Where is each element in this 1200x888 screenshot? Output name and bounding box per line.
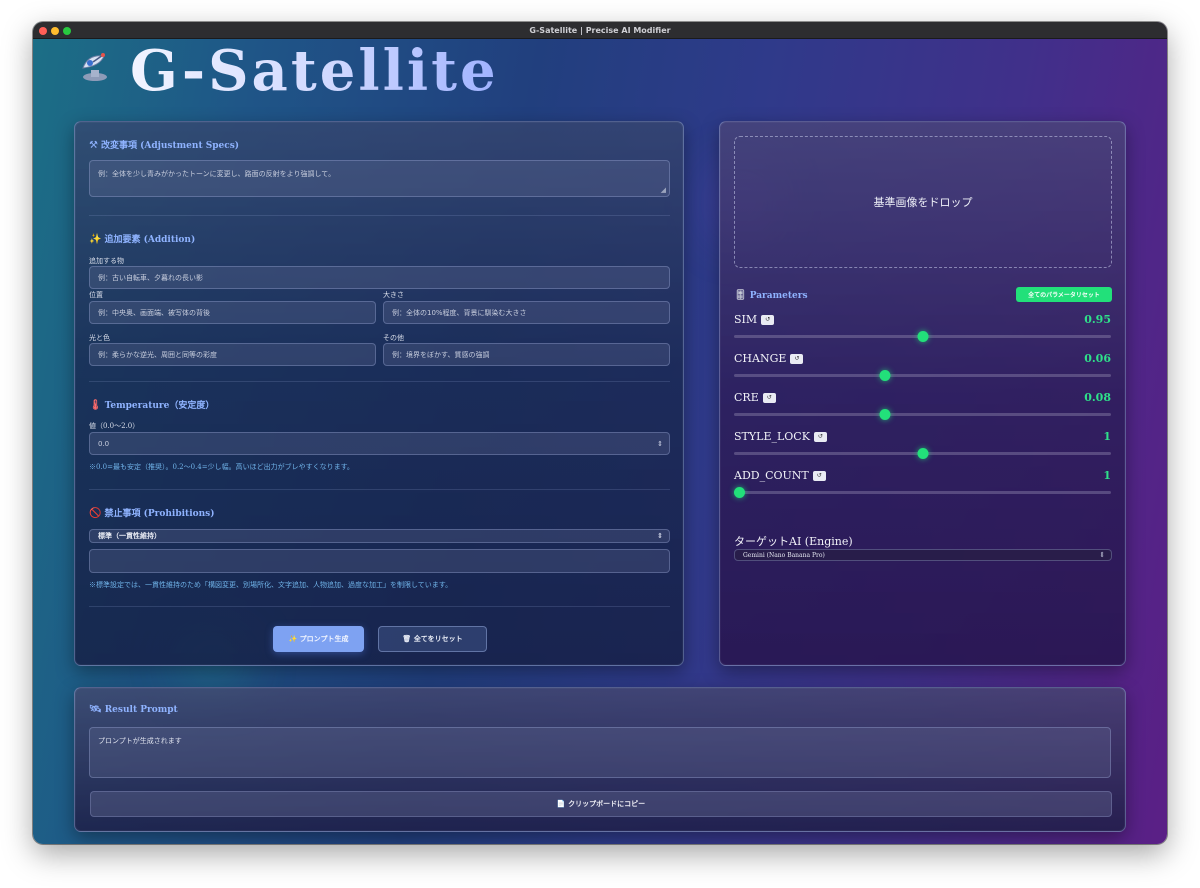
param-slider-sim[interactable]: [734, 331, 1111, 342]
close-window-button[interactable]: [39, 27, 47, 35]
addition-light-input[interactable]: 例：柔らかな逆光、周囲と同等の彩度: [89, 343, 376, 366]
addition-size-label: 大きさ: [383, 291, 404, 299]
reset-all-button[interactable]: 🗑 全てをリセット: [378, 626, 487, 652]
engine-select[interactable]: Gemini (Nano Banana Pro) ⇕: [734, 549, 1112, 561]
window-title: G-Satellite | Precise AI Modifier: [529, 26, 671, 35]
section-divider: [89, 215, 670, 216]
param-value-cre: 0.08: [1084, 391, 1111, 404]
slider-thumb[interactable]: [917, 331, 928, 342]
result-section-title: 🛰 Result Prompt: [89, 704, 178, 715]
prohibitions-select[interactable]: 標準（一貫性維持） ⇕: [89, 529, 670, 543]
adjustment-textarea[interactable]: 例：全体を少し青みがかったトーンに変更し、路面の反射をより強調して。 ◢: [89, 160, 670, 197]
app-title: G-Satellite: [130, 38, 499, 104]
slider-thumb[interactable]: [917, 448, 928, 459]
slider-thumb[interactable]: [879, 370, 891, 381]
adjustment-section-title: ⚒ 改変事項 (Adjustment Specs): [89, 140, 240, 151]
reset-parameters-button[interactable]: 全てのパラメータリセット: [1016, 287, 1112, 302]
param-name-cre: CRE ↺: [734, 391, 776, 404]
engine-label: ターゲットAI (Engine): [734, 535, 853, 548]
param-reset-icon[interactable]: ↺: [813, 432, 827, 442]
temperature-note: ※0.0=最も安定（推奨）。0.2〜0.4=少し幅。高いほど出力がブレやすくなり…: [89, 463, 354, 471]
parameters-section-title: 🎚 Parameters: [734, 290, 808, 301]
image-parameters-panel: 基準画像をドロップ 🎚 Parameters 全てのパラメータリセット SIM ↺ 0…: [719, 121, 1126, 666]
prohibitions-section-title: 🚫 禁止事項 (Prohibitions): [89, 508, 215, 519]
maximize-window-button[interactable]: [63, 27, 71, 35]
param-value-sim: 0.95: [1084, 313, 1111, 326]
addition-object-label: 追加する物: [89, 257, 124, 265]
image-dropzone[interactable]: 基準画像をドロップ: [734, 136, 1112, 268]
addition-other-input[interactable]: 例：境界をぼかす、質感の強調: [383, 343, 670, 366]
generate-prompt-button[interactable]: ✨ プロンプト生成: [273, 626, 364, 652]
copy-to-clipboard-button[interactable]: 📄 クリップボードにコピー: [90, 791, 1112, 817]
app-window: G-Satellite | Precise AI Modifier G-Sate…: [33, 22, 1167, 844]
param-reset-icon[interactable]: ↺: [790, 354, 804, 364]
section-divider: [89, 381, 670, 382]
temperature-value-label: 値（0.0〜2.0）: [89, 422, 140, 430]
param-reset-icon[interactable]: ↺: [761, 315, 775, 325]
thermometer-icon: 🌡: [89, 400, 102, 411]
prohibitions-note: ※標準設定では、一貫性維持のため「構図変更、別場所化、文字追加、人物追加、過度な…: [89, 581, 453, 589]
addition-other-label: その他: [383, 334, 404, 342]
slider-thumb[interactable]: [734, 487, 745, 498]
satellite-icon: 🛰: [89, 704, 102, 715]
param-slider-add_count[interactable]: [734, 487, 1111, 498]
section-divider: [89, 606, 670, 607]
chevron-updown-icon: ⇕: [1099, 551, 1105, 559]
param-reset-icon[interactable]: ↺: [762, 393, 776, 403]
section-divider: [89, 489, 670, 490]
satellite-dish-icon: [78, 50, 112, 84]
param-value-style_lock: 1: [1103, 430, 1111, 443]
stepper-icon[interactable]: ⇕: [657, 440, 663, 448]
minimize-window-button[interactable]: [51, 27, 59, 35]
prohibited-icon: 🚫: [89, 508, 102, 519]
param-name-add_count: ADD_COUNT ↺: [734, 469, 826, 482]
sliders-icon: 🎚: [734, 290, 747, 301]
addition-light-label: 光と色: [89, 334, 110, 342]
settings-panel: ⚒ 改変事項 (Adjustment Specs) 例：全体を少し青みがかったトー…: [74, 121, 684, 666]
temperature-input[interactable]: 0.0 ⇕: [89, 432, 670, 455]
hammer-wrench-icon: ⚒: [89, 140, 98, 151]
param-slider-style_lock[interactable]: [734, 448, 1111, 459]
addition-position-input[interactable]: 例：中央奥、画面端、被写体の背後: [89, 301, 376, 324]
prohibitions-custom-input[interactable]: [89, 549, 670, 573]
temperature-section-title: 🌡 Temperature（安定度）: [89, 400, 215, 411]
param-slider-cre[interactable]: [734, 409, 1111, 420]
sparkles-icon: ✨: [89, 234, 102, 245]
addition-size-input[interactable]: 例：全体の10%程度、背景に馴染む大きさ: [383, 301, 670, 324]
result-panel: 🛰 Result Prompt プロンプトが生成されます 📄 クリップボードにコピ…: [74, 687, 1126, 832]
param-name-change: CHANGE ↺: [734, 352, 804, 365]
param-value-change: 0.06: [1084, 352, 1111, 365]
param-name-sim: SIM ↺: [734, 313, 775, 326]
result-textarea[interactable]: プロンプトが生成されます: [89, 727, 1111, 778]
addition-object-input[interactable]: 例：古い自転車、夕暮れの長い影: [89, 266, 670, 289]
param-reset-icon[interactable]: ↺: [812, 471, 826, 481]
param-name-style_lock: STYLE_LOCK ↺: [734, 430, 827, 443]
addition-position-label: 位置: [89, 291, 103, 299]
resize-handle-icon[interactable]: ◢: [661, 186, 666, 194]
addition-section-title: ✨ 追加要素 (Addition): [89, 234, 196, 245]
chevron-updown-icon: ⇕: [657, 532, 663, 540]
slider-thumb[interactable]: [879, 409, 891, 420]
param-value-add_count: 1: [1103, 469, 1111, 482]
param-slider-change[interactable]: [734, 370, 1111, 381]
